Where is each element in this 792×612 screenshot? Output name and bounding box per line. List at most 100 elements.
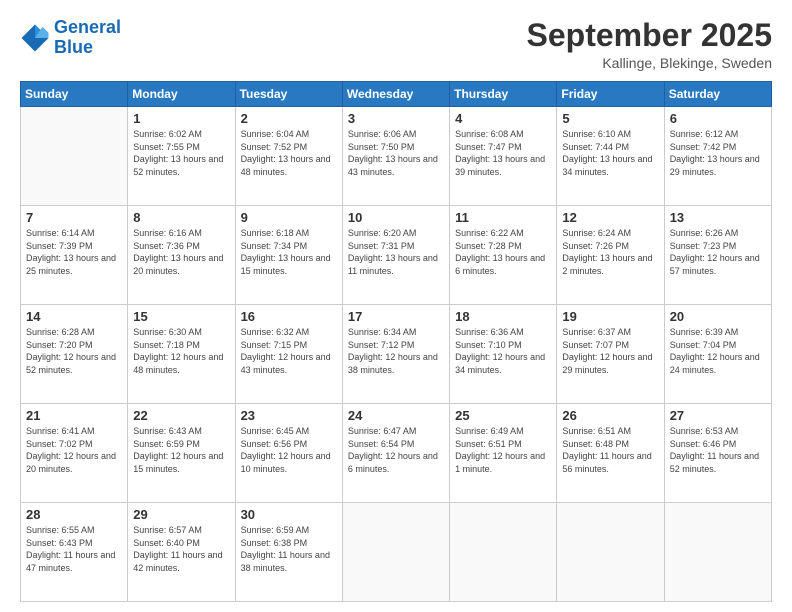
day-number: 12	[562, 210, 658, 225]
calendar-cell: 9 Sunrise: 6:18 AMSunset: 7:34 PMDayligh…	[235, 206, 342, 305]
day-number: 15	[133, 309, 229, 324]
day-number: 17	[348, 309, 444, 324]
day-info: Sunrise: 6:22 AMSunset: 7:28 PMDaylight:…	[455, 227, 551, 277]
logo-blue: Blue	[54, 37, 93, 57]
header-saturday: Saturday	[664, 82, 771, 107]
day-number: 8	[133, 210, 229, 225]
day-info: Sunrise: 6:34 AMSunset: 7:12 PMDaylight:…	[348, 326, 444, 376]
day-info: Sunrise: 6:45 AMSunset: 6:56 PMDaylight:…	[241, 425, 337, 475]
day-number: 11	[455, 210, 551, 225]
day-info: Sunrise: 6:57 AMSunset: 6:40 PMDaylight:…	[133, 524, 229, 574]
calendar-cell: 22 Sunrise: 6:43 AMSunset: 6:59 PMDaylig…	[128, 404, 235, 503]
calendar-cell: 1 Sunrise: 6:02 AMSunset: 7:55 PMDayligh…	[128, 107, 235, 206]
day-number: 6	[670, 111, 766, 126]
day-info: Sunrise: 6:55 AMSunset: 6:43 PMDaylight:…	[26, 524, 122, 574]
calendar-cell: 15 Sunrise: 6:30 AMSunset: 7:18 PMDaylig…	[128, 305, 235, 404]
day-number: 13	[670, 210, 766, 225]
calendar-cell	[342, 503, 449, 602]
day-number: 22	[133, 408, 229, 423]
calendar-cell: 4 Sunrise: 6:08 AMSunset: 7:47 PMDayligh…	[450, 107, 557, 206]
day-number: 18	[455, 309, 551, 324]
calendar-cell: 10 Sunrise: 6:20 AMSunset: 7:31 PMDaylig…	[342, 206, 449, 305]
calendar-cell	[664, 503, 771, 602]
calendar-cell: 16 Sunrise: 6:32 AMSunset: 7:15 PMDaylig…	[235, 305, 342, 404]
calendar-week-row-1: 1 Sunrise: 6:02 AMSunset: 7:55 PMDayligh…	[21, 107, 772, 206]
calendar-cell	[557, 503, 664, 602]
calendar-week-row-4: 21 Sunrise: 6:41 AMSunset: 7:02 PMDaylig…	[21, 404, 772, 503]
day-number: 9	[241, 210, 337, 225]
day-number: 25	[455, 408, 551, 423]
calendar-cell: 2 Sunrise: 6:04 AMSunset: 7:52 PMDayligh…	[235, 107, 342, 206]
calendar-cell: 20 Sunrise: 6:39 AMSunset: 7:04 PMDaylig…	[664, 305, 771, 404]
calendar-cell: 6 Sunrise: 6:12 AMSunset: 7:42 PMDayligh…	[664, 107, 771, 206]
day-info: Sunrise: 6:43 AMSunset: 6:59 PMDaylight:…	[133, 425, 229, 475]
weekday-header-row: Sunday Monday Tuesday Wednesday Thursday…	[21, 82, 772, 107]
day-number: 4	[455, 111, 551, 126]
header-tuesday: Tuesday	[235, 82, 342, 107]
day-info: Sunrise: 6:32 AMSunset: 7:15 PMDaylight:…	[241, 326, 337, 376]
day-info: Sunrise: 6:26 AMSunset: 7:23 PMDaylight:…	[670, 227, 766, 277]
calendar-cell: 24 Sunrise: 6:47 AMSunset: 6:54 PMDaylig…	[342, 404, 449, 503]
calendar-cell	[21, 107, 128, 206]
logo-icon	[20, 23, 50, 53]
day-number: 20	[670, 309, 766, 324]
day-number: 7	[26, 210, 122, 225]
day-number: 29	[133, 507, 229, 522]
logo: General Blue	[20, 18, 121, 58]
calendar-cell: 14 Sunrise: 6:28 AMSunset: 7:20 PMDaylig…	[21, 305, 128, 404]
day-info: Sunrise: 6:10 AMSunset: 7:44 PMDaylight:…	[562, 128, 658, 178]
logo-text: General Blue	[54, 18, 121, 58]
day-info: Sunrise: 6:28 AMSunset: 7:20 PMDaylight:…	[26, 326, 122, 376]
day-info: Sunrise: 6:02 AMSunset: 7:55 PMDaylight:…	[133, 128, 229, 178]
title-block: September 2025 Kallinge, Blekinge, Swede…	[527, 18, 772, 71]
header: General Blue September 2025 Kallinge, Bl…	[20, 18, 772, 71]
day-number: 24	[348, 408, 444, 423]
calendar-cell	[450, 503, 557, 602]
page: General Blue September 2025 Kallinge, Bl…	[0, 0, 792, 612]
calendar-cell: 3 Sunrise: 6:06 AMSunset: 7:50 PMDayligh…	[342, 107, 449, 206]
calendar-cell: 12 Sunrise: 6:24 AMSunset: 7:26 PMDaylig…	[557, 206, 664, 305]
day-number: 2	[241, 111, 337, 126]
day-number: 26	[562, 408, 658, 423]
day-info: Sunrise: 6:30 AMSunset: 7:18 PMDaylight:…	[133, 326, 229, 376]
day-info: Sunrise: 6:51 AMSunset: 6:48 PMDaylight:…	[562, 425, 658, 475]
day-info: Sunrise: 6:49 AMSunset: 6:51 PMDaylight:…	[455, 425, 551, 475]
day-info: Sunrise: 6:06 AMSunset: 7:50 PMDaylight:…	[348, 128, 444, 178]
calendar-cell: 30 Sunrise: 6:59 AMSunset: 6:38 PMDaylig…	[235, 503, 342, 602]
calendar-week-row-2: 7 Sunrise: 6:14 AMSunset: 7:39 PMDayligh…	[21, 206, 772, 305]
calendar-cell: 5 Sunrise: 6:10 AMSunset: 7:44 PMDayligh…	[557, 107, 664, 206]
calendar-cell: 23 Sunrise: 6:45 AMSunset: 6:56 PMDaylig…	[235, 404, 342, 503]
day-info: Sunrise: 6:12 AMSunset: 7:42 PMDaylight:…	[670, 128, 766, 178]
header-wednesday: Wednesday	[342, 82, 449, 107]
calendar-cell: 21 Sunrise: 6:41 AMSunset: 7:02 PMDaylig…	[21, 404, 128, 503]
day-number: 19	[562, 309, 658, 324]
calendar-week-row-5: 28 Sunrise: 6:55 AMSunset: 6:43 PMDaylig…	[21, 503, 772, 602]
month-title: September 2025	[527, 18, 772, 53]
calendar-cell: 17 Sunrise: 6:34 AMSunset: 7:12 PMDaylig…	[342, 305, 449, 404]
calendar-week-row-3: 14 Sunrise: 6:28 AMSunset: 7:20 PMDaylig…	[21, 305, 772, 404]
header-thursday: Thursday	[450, 82, 557, 107]
calendar-cell: 25 Sunrise: 6:49 AMSunset: 6:51 PMDaylig…	[450, 404, 557, 503]
day-number: 3	[348, 111, 444, 126]
header-monday: Monday	[128, 82, 235, 107]
day-info: Sunrise: 6:04 AMSunset: 7:52 PMDaylight:…	[241, 128, 337, 178]
day-number: 14	[26, 309, 122, 324]
day-info: Sunrise: 6:14 AMSunset: 7:39 PMDaylight:…	[26, 227, 122, 277]
day-info: Sunrise: 6:20 AMSunset: 7:31 PMDaylight:…	[348, 227, 444, 277]
day-info: Sunrise: 6:39 AMSunset: 7:04 PMDaylight:…	[670, 326, 766, 376]
day-info: Sunrise: 6:36 AMSunset: 7:10 PMDaylight:…	[455, 326, 551, 376]
day-info: Sunrise: 6:59 AMSunset: 6:38 PMDaylight:…	[241, 524, 337, 574]
day-number: 27	[670, 408, 766, 423]
calendar-cell: 27 Sunrise: 6:53 AMSunset: 6:46 PMDaylig…	[664, 404, 771, 503]
day-number: 5	[562, 111, 658, 126]
day-info: Sunrise: 6:53 AMSunset: 6:46 PMDaylight:…	[670, 425, 766, 475]
day-number: 21	[26, 408, 122, 423]
day-number: 28	[26, 507, 122, 522]
calendar-table: Sunday Monday Tuesday Wednesday Thursday…	[20, 81, 772, 602]
calendar-cell: 26 Sunrise: 6:51 AMSunset: 6:48 PMDaylig…	[557, 404, 664, 503]
logo-general: General	[54, 17, 121, 37]
header-friday: Friday	[557, 82, 664, 107]
calendar-cell: 8 Sunrise: 6:16 AMSunset: 7:36 PMDayligh…	[128, 206, 235, 305]
calendar-cell: 29 Sunrise: 6:57 AMSunset: 6:40 PMDaylig…	[128, 503, 235, 602]
day-number: 23	[241, 408, 337, 423]
